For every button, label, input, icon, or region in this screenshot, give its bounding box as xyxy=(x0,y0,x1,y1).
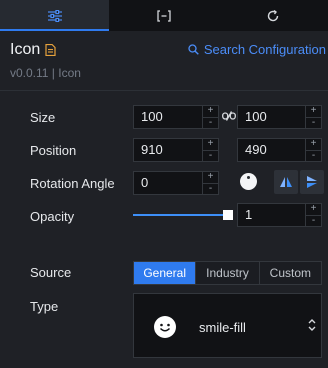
height-value[interactable]: 100 xyxy=(238,106,305,128)
position-label: Position xyxy=(30,143,77,158)
position-y-value[interactable]: 490 xyxy=(238,139,305,161)
position-x-value[interactable]: 910 xyxy=(134,139,202,161)
width-value[interactable]: 100 xyxy=(134,106,202,128)
opacity-slider[interactable] xyxy=(133,208,233,222)
version-info: v0.0.11 | Icon xyxy=(10,66,81,80)
width-stepper[interactable]: + - xyxy=(202,106,218,128)
decrement-button[interactable]: - xyxy=(203,149,218,162)
smile-fill-icon xyxy=(154,316,176,338)
opacity-input[interactable]: 1 + - xyxy=(237,203,322,227)
increment-button[interactable]: + xyxy=(306,139,321,150)
refresh-icon xyxy=(268,9,279,21)
sliders-icon xyxy=(47,9,62,22)
position-y-input[interactable]: 490 + - xyxy=(237,138,322,162)
decrement-button[interactable]: - xyxy=(306,214,321,227)
increment-button[interactable]: + xyxy=(203,106,218,117)
flip-horizontal-button[interactable] xyxy=(274,170,298,194)
tab-settings[interactable] xyxy=(0,0,110,31)
size-label: Size xyxy=(30,110,56,125)
width-input[interactable]: 100 + - xyxy=(133,105,219,129)
search-configuration-link[interactable]: Search Configuration xyxy=(188,42,326,57)
search-link-label: Search Configuration xyxy=(203,42,326,57)
source-option-custom[interactable]: Custom xyxy=(258,262,322,284)
search-icon xyxy=(188,44,199,55)
type-select[interactable]: smile-fill xyxy=(133,293,322,358)
source-label: Source xyxy=(30,265,72,280)
opacity-label: Opacity xyxy=(30,209,75,224)
component-title: Icon xyxy=(10,41,41,58)
panel-tabs xyxy=(0,0,328,31)
height-input[interactable]: 100 + - xyxy=(237,105,322,129)
rotation-stepper[interactable]: + - xyxy=(202,172,218,194)
decrement-button[interactable]: - xyxy=(306,149,321,162)
type-value: smile-fill xyxy=(199,320,246,335)
rotation-value[interactable]: 0 xyxy=(134,172,202,194)
decrement-button[interactable]: - xyxy=(203,182,218,195)
flip-vertical-icon xyxy=(307,176,317,188)
component-header: Icon Search Configuration xyxy=(10,41,328,59)
increment-button[interactable]: + xyxy=(306,204,321,215)
flip-vertical-button[interactable] xyxy=(300,170,324,194)
position-x-input[interactable]: 910 + - xyxy=(133,138,219,162)
tab-interaction[interactable] xyxy=(219,0,328,31)
flip-horizontal-icon xyxy=(280,177,292,187)
increment-button[interactable]: + xyxy=(203,139,218,150)
tab-data[interactable] xyxy=(109,0,218,31)
divider xyxy=(0,90,328,91)
increment-button[interactable]: + xyxy=(306,106,321,117)
rotation-input[interactable]: 0 + - xyxy=(133,171,219,195)
rotation-label: Rotation Angle xyxy=(30,176,115,191)
opacity-value[interactable]: 1 xyxy=(238,204,305,226)
bracket-icon xyxy=(157,9,171,22)
rotation-dial[interactable] xyxy=(240,173,257,190)
decrement-button[interactable]: - xyxy=(306,116,321,129)
opacity-stepper[interactable]: + - xyxy=(305,204,321,226)
height-stepper[interactable]: + - xyxy=(305,106,321,128)
decrement-button[interactable]: - xyxy=(203,116,218,129)
chevron-updown-icon xyxy=(308,319,316,331)
position-y-stepper[interactable]: + - xyxy=(305,139,321,161)
link-ratio-icon[interactable] xyxy=(222,111,236,121)
type-label: Type xyxy=(30,299,59,314)
opacity-slider-thumb[interactable] xyxy=(223,210,233,220)
source-selector: General Industry Custom xyxy=(133,261,322,285)
increment-button[interactable]: + xyxy=(203,172,218,183)
opacity-slider-track xyxy=(133,214,229,216)
position-x-stepper[interactable]: + - xyxy=(202,139,218,161)
source-option-general[interactable]: General xyxy=(134,262,196,284)
source-option-industry[interactable]: Industry xyxy=(195,262,259,284)
document-icon[interactable] xyxy=(45,44,56,56)
